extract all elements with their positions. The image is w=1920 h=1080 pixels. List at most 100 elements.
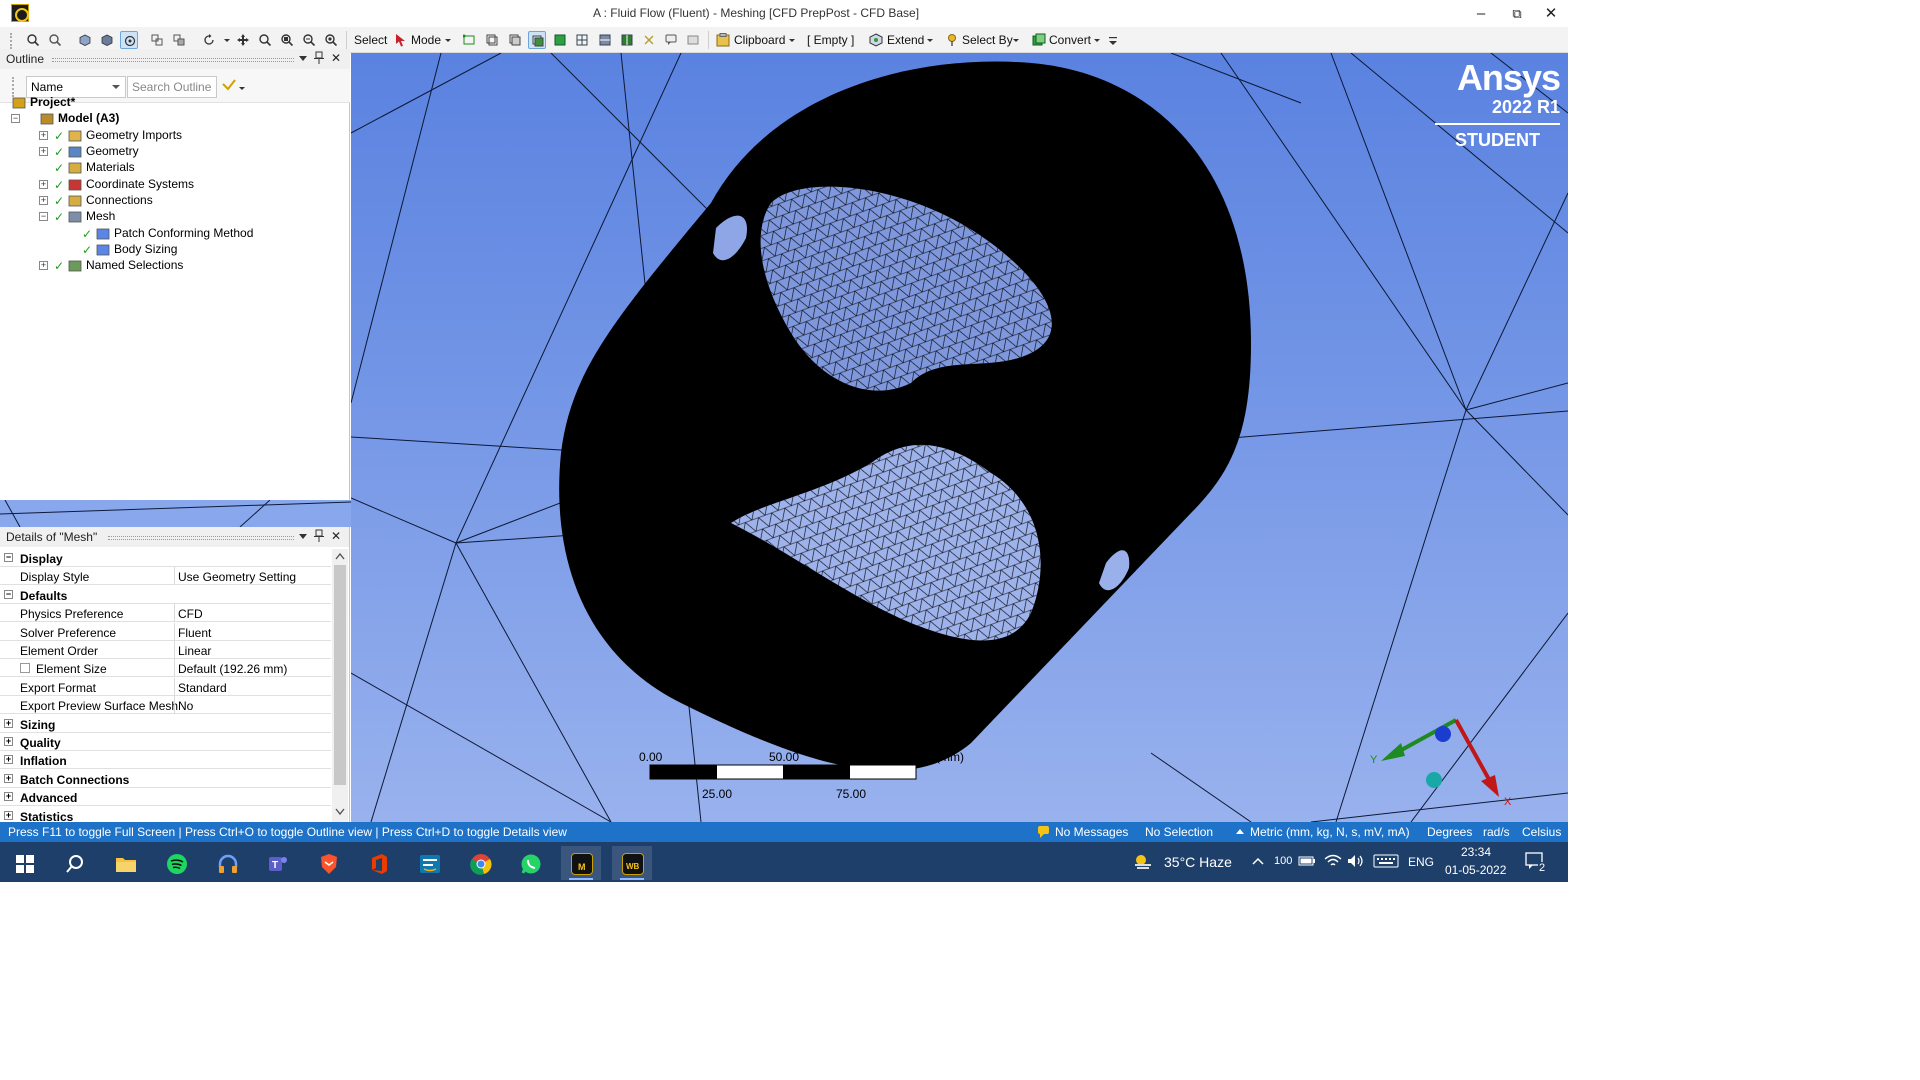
tree-expand-toggle-icon[interactable]: + [39,261,48,270]
property-value[interactable]: CFD [178,607,203,621]
category-expand-icon[interactable]: + [4,773,13,783]
details-row-export-format[interactable]: Export Format Standard [0,677,331,696]
tree-expand-toggle-icon[interactable]: − [39,212,48,221]
ansys-meshing-taskbar-button[interactable]: M [561,846,601,880]
mode-dropdown-icon[interactable] [444,33,452,47]
battery-icon[interactable] [1298,855,1316,867]
file-explorer-icon[interactable] [105,846,145,880]
tree-item-named-selections[interactable]: + ✓ Named Selections [0,258,340,274]
parameter-checkbox[interactable] [20,663,30,674]
language-indicator[interactable]: ENG [1408,855,1434,869]
show-edges-icon[interactable] [170,31,188,49]
details-row-element-order[interactable]: Element Order Linear [0,641,331,659]
details-category-sizing[interactable]: + Sizing [0,714,331,733]
zoom-to-fit-icon[interactable] [300,31,318,49]
restore-button[interactable]: ⧉ [1502,3,1532,25]
prime-video-icon[interactable] [409,846,449,880]
category-expand-icon[interactable]: + [4,810,13,820]
show-vertices-icon[interactable] [148,31,166,49]
tree-item-patch-conforming-method[interactable]: ✓ Patch Conforming Method [0,226,340,242]
spotify-icon[interactable] [156,846,196,880]
status-angle-unit[interactable]: Degrees [1427,825,1472,839]
tree-item-connections[interactable]: + ✓ Connections [0,193,340,209]
volume-icon[interactable] [1347,854,1365,868]
units-expand-icon[interactable] [1235,827,1245,835]
select-button[interactable]: Select [354,33,387,47]
clock-date[interactable]: 01-05-2022 [1445,863,1506,877]
details-row-display-style[interactable]: Display Style Use Geometry Setting [0,567,331,586]
outline-pin-icon[interactable] [314,51,324,68]
rotate-icon[interactable] [200,31,218,49]
select-edge-icon[interactable] [483,31,501,49]
weather-text[interactable]: 35°C Haze [1164,854,1232,870]
axis-triad[interactable]: Y X [1370,718,1512,808]
extend-dropdown-icon[interactable] [926,33,934,47]
whatsapp-icon[interactable] [510,846,550,880]
select-mesh-node-icon[interactable] [551,31,569,49]
tree-expand-toggle-icon[interactable]: + [39,147,48,156]
tree-expand-toggle-icon[interactable]: + [39,180,48,189]
category-expand-icon[interactable]: + [4,792,13,802]
clock-time[interactable]: 23:34 [1461,845,1491,859]
convert-button[interactable]: Convert [1049,33,1091,47]
mode-button[interactable]: Mode [411,33,441,47]
outline-menu-icon[interactable] [298,55,308,63]
graphics-viewport[interactable]: 0.00 50.00 100.00 (mm) 25.00 75.00 Y X A… [351,53,1568,822]
tree-item-materials[interactable]: ✓ Materials [0,160,340,176]
details-category-defaults[interactable]: − Defaults [0,585,331,604]
brave-browser-icon[interactable] [308,846,348,880]
tree-item-body-sizing[interactable]: ✓ Body Sizing [0,242,340,258]
details-category-advanced[interactable]: + Advanced [0,788,331,807]
pan-icon[interactable] [234,31,252,49]
select-by-dropdown-icon[interactable] [1012,33,1020,47]
start-button[interactable] [4,846,44,880]
chrome-icon[interactable] [460,846,500,880]
clipboard-dropdown-icon[interactable] [788,33,796,47]
select-mode-icon[interactable] [120,31,138,49]
workbench-taskbar-button[interactable]: WB [612,846,652,880]
category-expand-icon[interactable]: + [4,718,13,728]
zoom-out-icon[interactable] [46,31,64,49]
status-temperature-unit[interactable]: Celsius [1522,825,1561,839]
details-category-statistics[interactable]: + Statistics [0,806,331,822]
category-expand-icon[interactable]: + [4,737,13,746]
details-row-export-preview-surface-mesh[interactable]: Export Preview Surface Mesh No [0,696,331,715]
search-icon[interactable] [54,846,94,880]
details-row-physics-preference[interactable]: Physics Preference CFD [0,604,331,623]
hidden-items-icon[interactable] [640,31,658,49]
box-zoom-icon[interactable] [278,31,296,49]
convert-dropdown-icon[interactable] [1093,33,1101,47]
property-value[interactable]: Use Geometry Setting [178,570,296,584]
details-scroll-thumb[interactable] [334,565,346,785]
teams-icon[interactable]: T [257,846,297,880]
select-element-icon[interactable] [618,31,636,49]
select-vertex-icon[interactable] [460,31,478,49]
scroll-up-icon[interactable] [335,552,345,560]
category-expand-icon[interactable]: − [4,589,13,599]
magnifier-icon[interactable] [322,31,340,49]
category-expand-icon[interactable]: − [4,553,13,562]
details-close-button[interactable]: ✕ [331,529,341,543]
select-by-button[interactable]: Select By [962,33,1013,47]
filter-options-icon[interactable] [222,78,246,96]
wifi-icon[interactable] [1324,854,1342,868]
details-menu-icon[interactable] [298,533,308,541]
tree-item-mesh[interactable]: − ✓ Mesh [0,209,340,225]
cube-select-icon[interactable] [76,31,94,49]
category-expand-icon[interactable]: + [4,755,13,765]
details-category-display[interactable]: − Display [0,549,331,567]
details-row-solver-preference[interactable]: Solver Preference Fluent [0,622,331,641]
select-element-face-icon[interactable] [596,31,614,49]
tray-overflow-icon[interactable] [1252,856,1264,866]
tree-item-coordinate-systems[interactable]: + ✓ Coordinate Systems [0,177,340,193]
zoom-icon[interactable] [256,31,274,49]
details-category-quality[interactable]: + Quality [0,733,331,751]
tree-expand-toggle-icon[interactable]: − [11,114,20,123]
tree-item-geometry[interactable]: + ✓ Geometry [0,144,340,160]
headphones-app-icon[interactable] [207,846,247,880]
tree-item-project[interactable]: Project* [0,95,340,111]
status-messages[interactable]: No Messages [1055,825,1128,839]
annotation-icon[interactable] [662,31,680,49]
viewport-scene[interactable]: 0.00 50.00 100.00 (mm) 25.00 75.00 Y X [351,53,1568,822]
status-rate-unit[interactable]: rad/s [1483,825,1510,839]
